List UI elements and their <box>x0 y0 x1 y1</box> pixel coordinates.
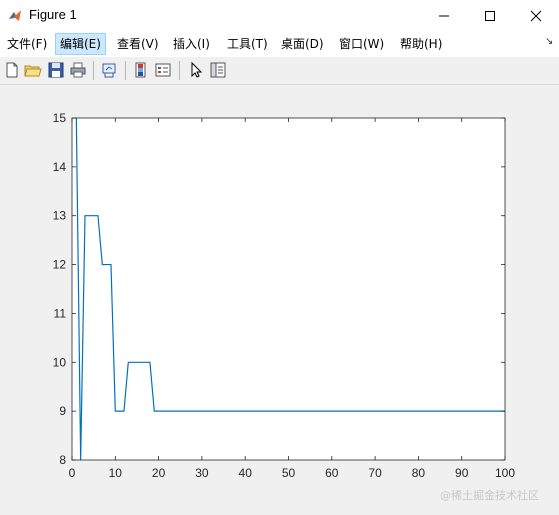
plot-background <box>72 118 505 460</box>
y-tick-label: 15 <box>53 111 67 125</box>
minimize-icon <box>439 15 449 17</box>
legend-icon[interactable] <box>154 61 172 79</box>
watermark: @稀土掘金技术社区 <box>440 489 539 502</box>
toolbar-separator <box>125 61 126 80</box>
new-figure-icon[interactable] <box>3 61 21 79</box>
menu-edit[interactable]: 编辑(E) <box>55 33 106 55</box>
x-tick-label: 50 <box>282 466 296 480</box>
edit-plot-icon[interactable] <box>187 61 205 79</box>
x-tick-label: 90 <box>455 466 469 480</box>
x-tick-label: 70 <box>368 466 382 480</box>
save-icon[interactable] <box>47 61 65 79</box>
close-button[interactable] <box>513 0 559 31</box>
menu-desktop[interactable]: 桌面(D) <box>277 33 328 55</box>
colorbar-icon[interactable] <box>132 61 150 79</box>
figure-window: Figure 1 文件(F) 编辑(E) 查看(V) 插入(I) 工具(T) 桌… <box>0 0 559 515</box>
y-tick-label: 10 <box>53 355 67 369</box>
open-file-icon[interactable] <box>24 61 42 79</box>
x-tick-label: 30 <box>195 466 209 480</box>
toolbar-separator <box>93 61 94 80</box>
y-tick-label: 11 <box>54 306 67 320</box>
menu-view[interactable]: 查看(V) <box>113 33 163 55</box>
x-tick-label: 60 <box>325 466 339 480</box>
y-tick-label: 12 <box>53 258 67 272</box>
figure-canvas: 0 10 20 30 40 50 60 70 80 90 100 8 9 10 11 12 13 14 15 <box>0 85 559 515</box>
y-tick-label: 13 <box>53 209 67 223</box>
menu-tools[interactable]: 工具(T) <box>223 33 272 55</box>
print-icon[interactable] <box>69 61 87 79</box>
property-editor-icon[interactable] <box>209 61 227 79</box>
y-tick-label: 9 <box>59 404 66 418</box>
x-tick-label: 40 <box>239 466 253 480</box>
close-icon <box>530 10 542 22</box>
menu-file[interactable]: 文件(F) <box>3 33 51 55</box>
menu-window[interactable]: 窗口(W) <box>335 33 388 55</box>
line-plot[interactable]: 0 10 20 30 40 50 60 70 80 90 100 8 9 10 11 12 13 14 15 <box>0 85 559 515</box>
window-title: Figure 1 <box>29 7 77 22</box>
x-tick-label: 0 <box>69 466 76 480</box>
y-tick-label: 8 <box>59 453 66 467</box>
title-bar[interactable]: Figure 1 <box>0 0 559 31</box>
minimize-button[interactable] <box>421 0 467 31</box>
menu-bar: 文件(F) 编辑(E) 查看(V) 插入(I) 工具(T) 桌面(D) 窗口(W… <box>0 31 559 57</box>
matlab-icon <box>9 10 21 21</box>
maximize-icon <box>485 11 495 21</box>
x-tick-label: 20 <box>152 466 166 480</box>
menu-help[interactable]: 帮助(H) <box>396 33 446 55</box>
x-tick-label: 80 <box>412 466 426 480</box>
toolbar <box>0 57 559 85</box>
y-tick-label: 14 <box>53 160 67 174</box>
toolbar-separator <box>179 61 180 80</box>
menu-insert[interactable]: 插入(I) <box>169 33 214 55</box>
menu-overflow-icon[interactable]: ↘ <box>545 36 553 47</box>
link-plot-icon[interactable] <box>100 61 118 79</box>
x-tick-label: 10 <box>109 466 123 480</box>
x-tick-label: 100 <box>495 466 515 480</box>
maximize-button[interactable] <box>467 0 513 31</box>
